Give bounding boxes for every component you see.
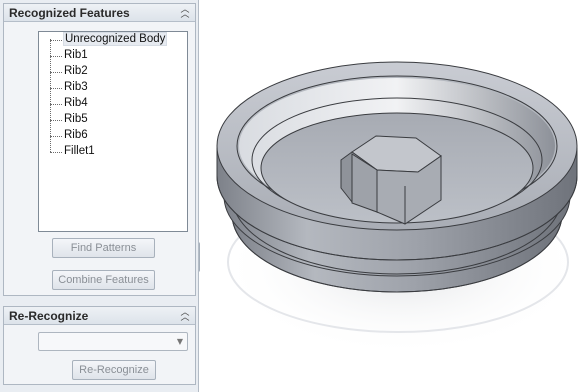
features-tree[interactable]: Unrecognized Body Rib1 Rib2 Rib3 Rib4 Ri… [38,31,188,232]
graphics-viewport[interactable] [200,0,581,392]
part-model [216,61,581,356]
find-patterns-button[interactable]: Find Patterns [52,238,155,258]
combine-features-button[interactable]: Combine Features [52,270,155,290]
double-chevron-up-icon[interactable]: ︿ ︿ [179,309,191,323]
re-recognize-header[interactable]: Re-Recognize ︿ ︿ [4,307,195,325]
tree-item-rib4[interactable]: Rib4 [49,97,185,113]
tree-item-unrecognized-body[interactable]: Unrecognized Body [49,32,185,49]
tree-item-fillet1[interactable]: Fillet1 [49,145,185,161]
tree-item-label: Rib5 [64,113,88,125]
recognized-features-header[interactable]: Recognized Features ︿ ︿ [4,4,195,22]
re-recognize-title: Re-Recognize [9,309,89,323]
re-recognize-button[interactable]: Re-Recognize [72,360,156,380]
tree-item-label: Rib6 [64,129,88,141]
tree-item-label: Rib4 [64,97,88,109]
tree-item-rib3[interactable]: Rib3 [49,81,185,97]
recognized-features-panel: Recognized Features ︿ ︿ Unrecognized Body… [3,3,196,296]
tree-item-label: Rib2 [64,65,88,77]
chevron-down-icon: ▼ [176,337,183,346]
tree-item-rib2[interactable]: Rib2 [49,65,185,81]
recognized-features-title: Recognized Features [9,6,130,20]
property-manager-pane: Recognized Features ︿ ︿ Unrecognized Body… [0,0,199,392]
tree-item-rib6[interactable]: Rib6 [49,129,185,145]
double-chevron-up-icon[interactable]: ︿ ︿ [179,6,191,20]
re-recognize-panel: Re-Recognize ︿ ︿ ▼ Re-Recognize [3,306,196,385]
tree-item-label: Fillet1 [64,145,95,157]
tree-item-label: Rib3 [64,81,88,93]
tree-item-label: Rib1 [64,49,88,61]
tree-item-rib1[interactable]: Rib1 [49,49,185,65]
tree-item-rib5[interactable]: Rib5 [49,113,185,129]
re-recognize-dropdown[interactable]: ▼ [38,332,188,351]
tree-item-label: Unrecognized Body [63,32,168,46]
